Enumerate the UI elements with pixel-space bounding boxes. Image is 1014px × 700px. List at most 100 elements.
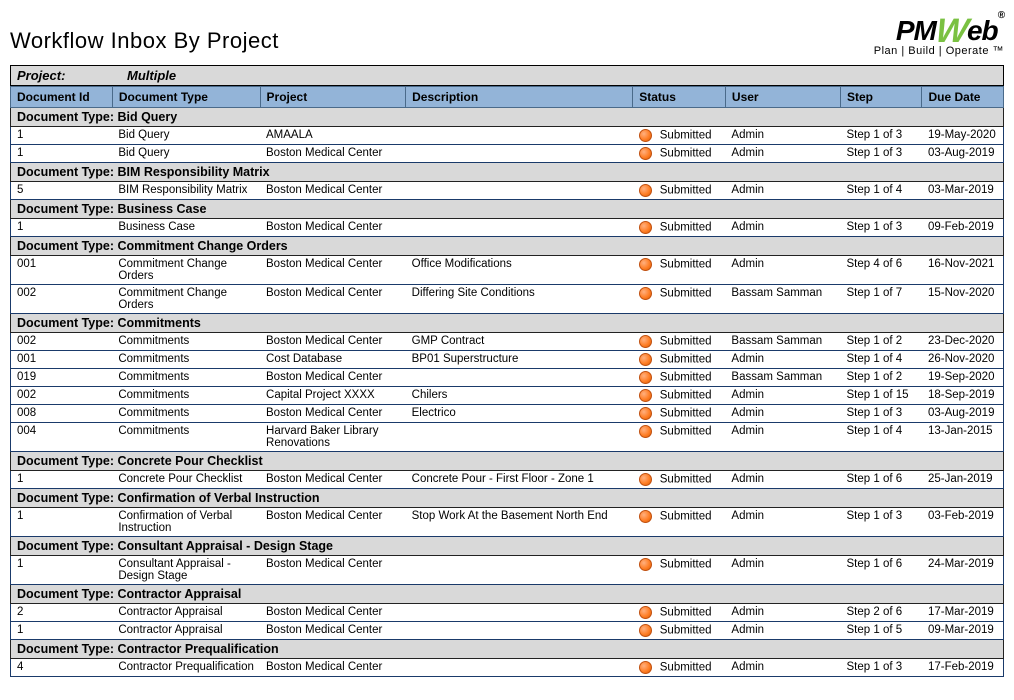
cell-user: Admin xyxy=(725,127,840,145)
status-text: Submitted xyxy=(660,130,712,142)
status-dot-icon xyxy=(639,353,652,366)
status-dot-icon xyxy=(639,473,652,486)
cell-project: Boston Medical Center xyxy=(260,659,406,677)
cell-document-type: BIM Responsibility Matrix xyxy=(112,182,260,200)
cell-due-date: 03-Aug-2019 xyxy=(922,145,1004,163)
logo: PMWeb® Plan | Build | Operate ™ xyxy=(874,10,1004,57)
cell-due-date: 16-Nov-2021 xyxy=(922,256,1004,285)
cell-project: Boston Medical Center xyxy=(260,405,406,423)
cell-step: Step 1 of 3 xyxy=(841,219,922,237)
table-row: 002CommitmentsBoston Medical CenterGMP C… xyxy=(11,333,1004,351)
col-project: Project xyxy=(260,87,406,108)
cell-project: Boston Medical Center xyxy=(260,369,406,387)
cell-due-date: 18-Sep-2019 xyxy=(922,387,1004,405)
cell-due-date: 19-May-2020 xyxy=(922,127,1004,145)
status-text: Submitted xyxy=(660,185,712,197)
cell-description xyxy=(406,369,633,387)
table-row: 019CommitmentsBoston Medical CenterSubmi… xyxy=(11,369,1004,387)
table-row: 1Consultant Appraisal - Design StageBost… xyxy=(11,556,1004,585)
status-dot-icon xyxy=(639,129,652,142)
cell-description: Chilers xyxy=(406,387,633,405)
cell-document-id: 002 xyxy=(11,387,113,405)
cell-status: Submitted xyxy=(633,219,726,237)
cell-description xyxy=(406,604,633,622)
cell-status: Submitted xyxy=(633,285,726,314)
cell-document-id: 1 xyxy=(11,508,113,537)
table-row: 1Concrete Pour ChecklistBoston Medical C… xyxy=(11,471,1004,489)
cell-status: Submitted xyxy=(633,369,726,387)
table-row: 001CommitmentsCost DatabaseBP01 Superstr… xyxy=(11,351,1004,369)
cell-document-id: 001 xyxy=(11,256,113,285)
table-row: 002Commitment Change OrdersBoston Medica… xyxy=(11,285,1004,314)
cell-step: Step 1 of 2 xyxy=(841,333,922,351)
status-text: Submitted xyxy=(660,474,712,486)
group-header: Document Type: Commitments xyxy=(11,314,1004,333)
cell-step: Step 1 of 4 xyxy=(841,351,922,369)
col-step: Step xyxy=(841,87,922,108)
status-text: Submitted xyxy=(660,336,712,348)
status-dot-icon xyxy=(639,624,652,637)
cell-project: Boston Medical Center xyxy=(260,508,406,537)
cell-document-type: Business Case xyxy=(112,219,260,237)
cell-document-id: 1 xyxy=(11,622,113,640)
logo-suffix: eb xyxy=(967,15,998,46)
page-title: Workflow Inbox By Project xyxy=(10,10,279,54)
cell-due-date: 23-Dec-2020 xyxy=(922,333,1004,351)
cell-user: Admin xyxy=(725,351,840,369)
cell-due-date: 03-Feb-2019 xyxy=(922,508,1004,537)
cell-status: Submitted xyxy=(633,405,726,423)
cell-project: Boston Medical Center xyxy=(260,285,406,314)
group-header: Document Type: Contractor Prequalificati… xyxy=(11,640,1004,659)
cell-document-id: 4 xyxy=(11,659,113,677)
cell-step: Step 1 of 4 xyxy=(841,182,922,200)
cell-project: Boston Medical Center xyxy=(260,622,406,640)
cell-status: Submitted xyxy=(633,423,726,452)
cell-due-date: 09-Feb-2019 xyxy=(922,219,1004,237)
cell-step: Step 1 of 3 xyxy=(841,127,922,145)
cell-document-id: 1 xyxy=(11,556,113,585)
status-text: Submitted xyxy=(660,662,712,674)
cell-status: Submitted xyxy=(633,659,726,677)
status-dot-icon xyxy=(639,389,652,402)
cell-project: Boston Medical Center xyxy=(260,182,406,200)
cell-description xyxy=(406,182,633,200)
cell-due-date: 03-Aug-2019 xyxy=(922,405,1004,423)
cell-step: Step 1 of 3 xyxy=(841,145,922,163)
cell-user: Admin xyxy=(725,182,840,200)
cell-document-id: 004 xyxy=(11,423,113,452)
cell-status: Submitted xyxy=(633,333,726,351)
status-dot-icon xyxy=(639,371,652,384)
cell-document-id: 1 xyxy=(11,219,113,237)
cell-step: Step 1 of 6 xyxy=(841,471,922,489)
status-dot-icon xyxy=(639,510,652,523)
cell-description: Concrete Pour - First Floor - Zone 1 xyxy=(406,471,633,489)
status-text: Submitted xyxy=(660,372,712,384)
cell-project: Boston Medical Center xyxy=(260,256,406,285)
cell-description xyxy=(406,556,633,585)
cell-document-id: 008 xyxy=(11,405,113,423)
table-row: 008CommitmentsBoston Medical CenterElect… xyxy=(11,405,1004,423)
cell-document-type: Concrete Pour Checklist xyxy=(112,471,260,489)
cell-document-type: Bid Query xyxy=(112,127,260,145)
status-text: Submitted xyxy=(660,625,712,637)
status-text: Submitted xyxy=(660,408,712,420)
project-bar: Project: Multiple xyxy=(10,65,1004,86)
col-document-id: Document Id xyxy=(11,87,113,108)
col-due-date: Due Date xyxy=(922,87,1004,108)
logo-w: W xyxy=(933,12,970,51)
cell-due-date: 24-Mar-2019 xyxy=(922,556,1004,585)
cell-document-type: Commitments xyxy=(112,369,260,387)
table-row: 001Commitment Change OrdersBoston Medica… xyxy=(11,256,1004,285)
cell-project: Cost Database xyxy=(260,351,406,369)
cell-due-date: 09-Mar-2019 xyxy=(922,622,1004,640)
status-dot-icon xyxy=(639,147,652,160)
cell-due-date: 03-Mar-2019 xyxy=(922,182,1004,200)
cell-document-id: 1 xyxy=(11,145,113,163)
cell-due-date: 26-Nov-2020 xyxy=(922,351,1004,369)
cell-document-type: Contractor Appraisal xyxy=(112,604,260,622)
cell-document-type: Contractor Prequalification xyxy=(112,659,260,677)
cell-document-type: Bid Query xyxy=(112,145,260,163)
cell-step: Step 2 of 6 xyxy=(841,604,922,622)
cell-step: Step 1 of 3 xyxy=(841,508,922,537)
cell-project: AMAALA xyxy=(260,127,406,145)
